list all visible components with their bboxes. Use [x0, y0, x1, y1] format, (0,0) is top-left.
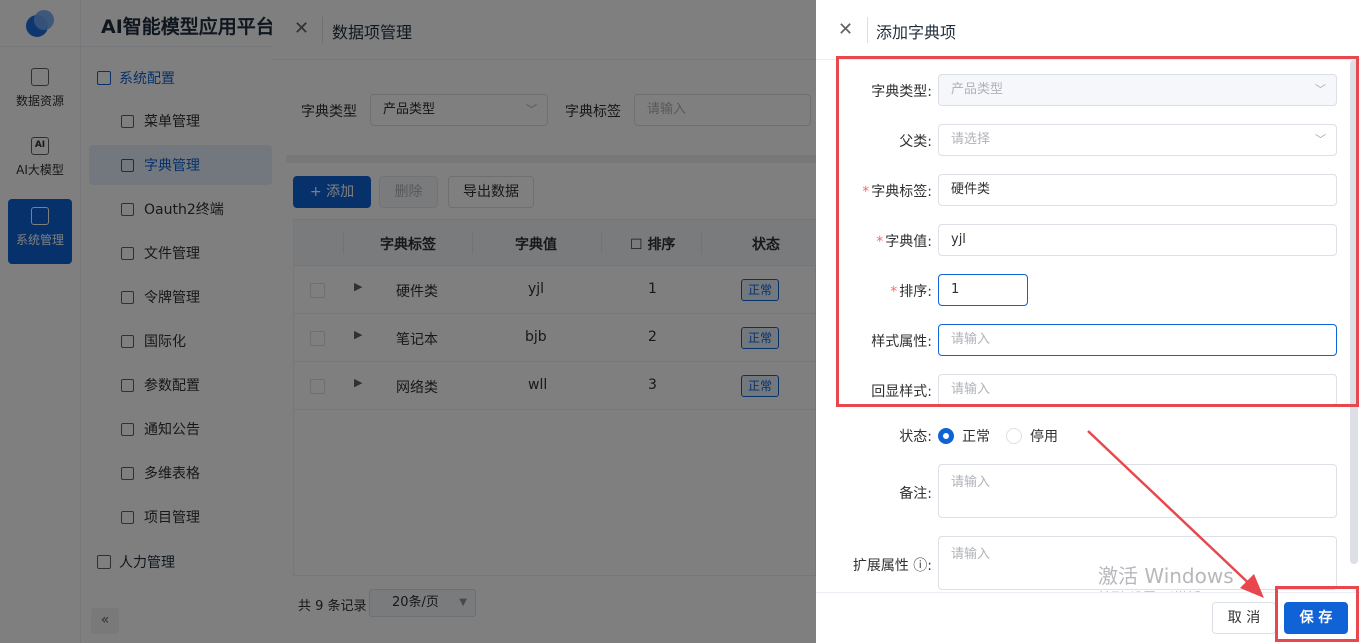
- annotation-arrow: [1087, 430, 1264, 598]
